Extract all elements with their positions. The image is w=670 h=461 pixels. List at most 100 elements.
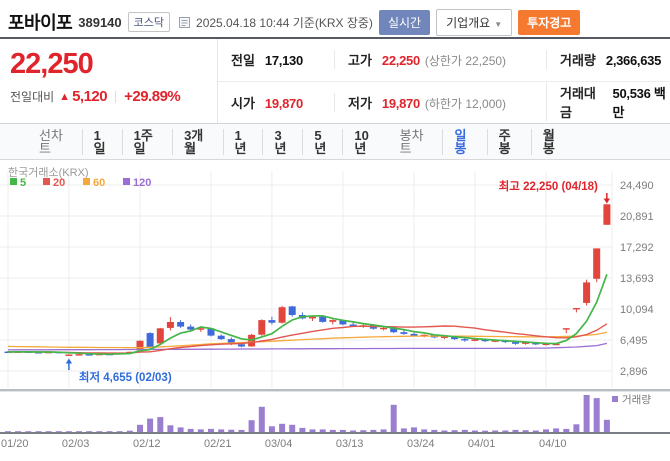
volume-bar	[299, 427, 306, 432]
change-percent: +29.89%	[124, 88, 181, 105]
candle-period-button-일봉[interactable]: 일봉	[442, 128, 486, 155]
volume-bar	[461, 429, 468, 432]
investment-warning-badge[interactable]: 투자경고	[518, 9, 581, 35]
range-button-5년[interactable]: 5년	[302, 128, 342, 155]
x-tick-label: 02/21	[204, 438, 232, 450]
volume-bar	[482, 430, 489, 432]
market-badge: 코스닥	[127, 12, 171, 32]
x-tick-label: 02/03	[62, 438, 90, 450]
change-value: 5,120	[72, 88, 108, 105]
candle-period-button-월봉[interactable]: 월봉	[530, 128, 575, 155]
volume-bar	[502, 430, 509, 432]
ma-legend-label: 60	[93, 177, 105, 189]
volume-bar	[218, 429, 225, 432]
candle	[75, 354, 83, 356]
candle	[583, 282, 591, 303]
divider	[115, 90, 117, 103]
volume-bar	[248, 420, 255, 432]
volume-bar	[187, 428, 194, 432]
x-tick-label: 04/10	[539, 438, 567, 450]
range-button-10년[interactable]: 10년	[342, 128, 388, 155]
volume-bar	[258, 406, 265, 432]
company-overview-button[interactable]: 기업개요 ▼	[436, 8, 513, 36]
trade-value-label: 거래대금	[560, 86, 596, 121]
volume-bar	[360, 430, 367, 432]
realtime-button[interactable]: 실시간	[378, 9, 431, 35]
volume-bar	[350, 430, 357, 432]
volume-bar	[96, 431, 103, 432]
range-button-1년[interactable]: 1년	[222, 128, 263, 155]
volume-bar	[339, 429, 346, 432]
volume-bar	[208, 428, 214, 432]
volume-bar	[65, 431, 72, 432]
candle	[288, 306, 296, 315]
candle	[166, 322, 174, 328]
volume-bar	[279, 423, 286, 432]
prev-close-label: 전일	[231, 53, 255, 69]
ma-legend-label: 5	[20, 177, 26, 189]
report-icon[interactable]	[178, 16, 191, 29]
volume-bar	[268, 426, 275, 432]
volume-bar	[116, 431, 123, 432]
volume-bar	[431, 429, 438, 432]
candle	[471, 339, 479, 341]
low-cell: 저가 19,870 (하한가 12,000)	[334, 92, 546, 112]
volume-bar	[390, 404, 397, 432]
x-tick-label: 02/12	[133, 438, 161, 450]
volume-bar	[421, 429, 428, 432]
volume-legend-swatch	[612, 396, 618, 402]
volume-bar	[553, 428, 560, 432]
current-price-box: 22,250 전일대비 ▲ 5,120 +29.89%	[0, 39, 218, 123]
volume-bar	[177, 427, 184, 432]
candle	[217, 335, 225, 340]
candle	[603, 204, 611, 225]
ohlc-summary-table: 전일 17,130 고가 22,250 (상한가 22,250) 거래량 2,3…	[218, 39, 670, 123]
ma-legend-swatch	[10, 178, 17, 185]
candle	[177, 322, 185, 327]
y-tick-label: 13,693	[620, 273, 654, 285]
low-annotation: 최저 4,655 (02/03)	[79, 370, 172, 384]
range-button-1주일[interactable]: 1주일	[121, 128, 172, 155]
price-summary-section: 22,250 전일대비 ▲ 5,120 +29.89% 전일 17,130 고가…	[0, 39, 670, 124]
candle-period-button-주봉[interactable]: 주봉	[486, 128, 531, 155]
volume-bar	[411, 427, 417, 432]
low-value: 19,870	[381, 95, 420, 111]
trade-value-value: 50,536 백만	[612, 86, 666, 121]
volume-bars-layer	[5, 395, 610, 432]
high-cell: 고가 22,250 (상한가 22,250)	[334, 50, 546, 70]
volume-bar	[441, 430, 448, 432]
volume-bar	[76, 431, 82, 432]
y-tick-label: 20,891	[620, 211, 654, 223]
volume-bar	[400, 428, 407, 432]
pane-separator	[0, 389, 670, 392]
high-label: 고가	[348, 53, 372, 69]
volume-bar	[522, 430, 529, 432]
volume-label: 거래량	[560, 53, 596, 69]
quote-datetime: 2025.04.18 10:44 기준(KRX 장중)	[196, 15, 373, 30]
x-tick-label: 01/20	[1, 438, 29, 450]
volume-bar	[5, 431, 11, 432]
ma-legend-swatch	[123, 178, 130, 185]
y-tick-label: 17,292	[620, 242, 654, 254]
candle	[156, 328, 164, 344]
volume-bar	[319, 429, 326, 432]
line-chart-label: 선차트	[39, 127, 63, 156]
volume-bar	[289, 424, 296, 432]
range-button-1일[interactable]: 1일	[81, 128, 122, 155]
y-tick-label: 24,490	[620, 180, 654, 192]
candle	[278, 307, 286, 323]
range-button-3년[interactable]: 3년	[262, 128, 302, 155]
range-button-3개월[interactable]: 3개월	[172, 128, 222, 155]
up-arrow-icon	[65, 358, 73, 364]
volume-cell: 거래량 2,366,635	[546, 50, 670, 70]
volume-bar	[197, 429, 204, 432]
volume-bar	[167, 425, 174, 432]
volume-bar	[126, 430, 133, 432]
x-tick-label: 04/01	[468, 438, 496, 450]
candle	[380, 327, 388, 330]
table-row: 전일 17,130 고가 22,250 (상한가 22,250) 거래량 2,3…	[218, 39, 670, 82]
x-tick-label: 03/24	[407, 438, 435, 450]
volume-legend-label: 거래량	[622, 394, 651, 406]
candle-chart-group: 봉차트 일봉 주봉 월봉	[389, 128, 575, 155]
trade-value-cell: 거래대금 50,536 백만	[546, 83, 670, 122]
